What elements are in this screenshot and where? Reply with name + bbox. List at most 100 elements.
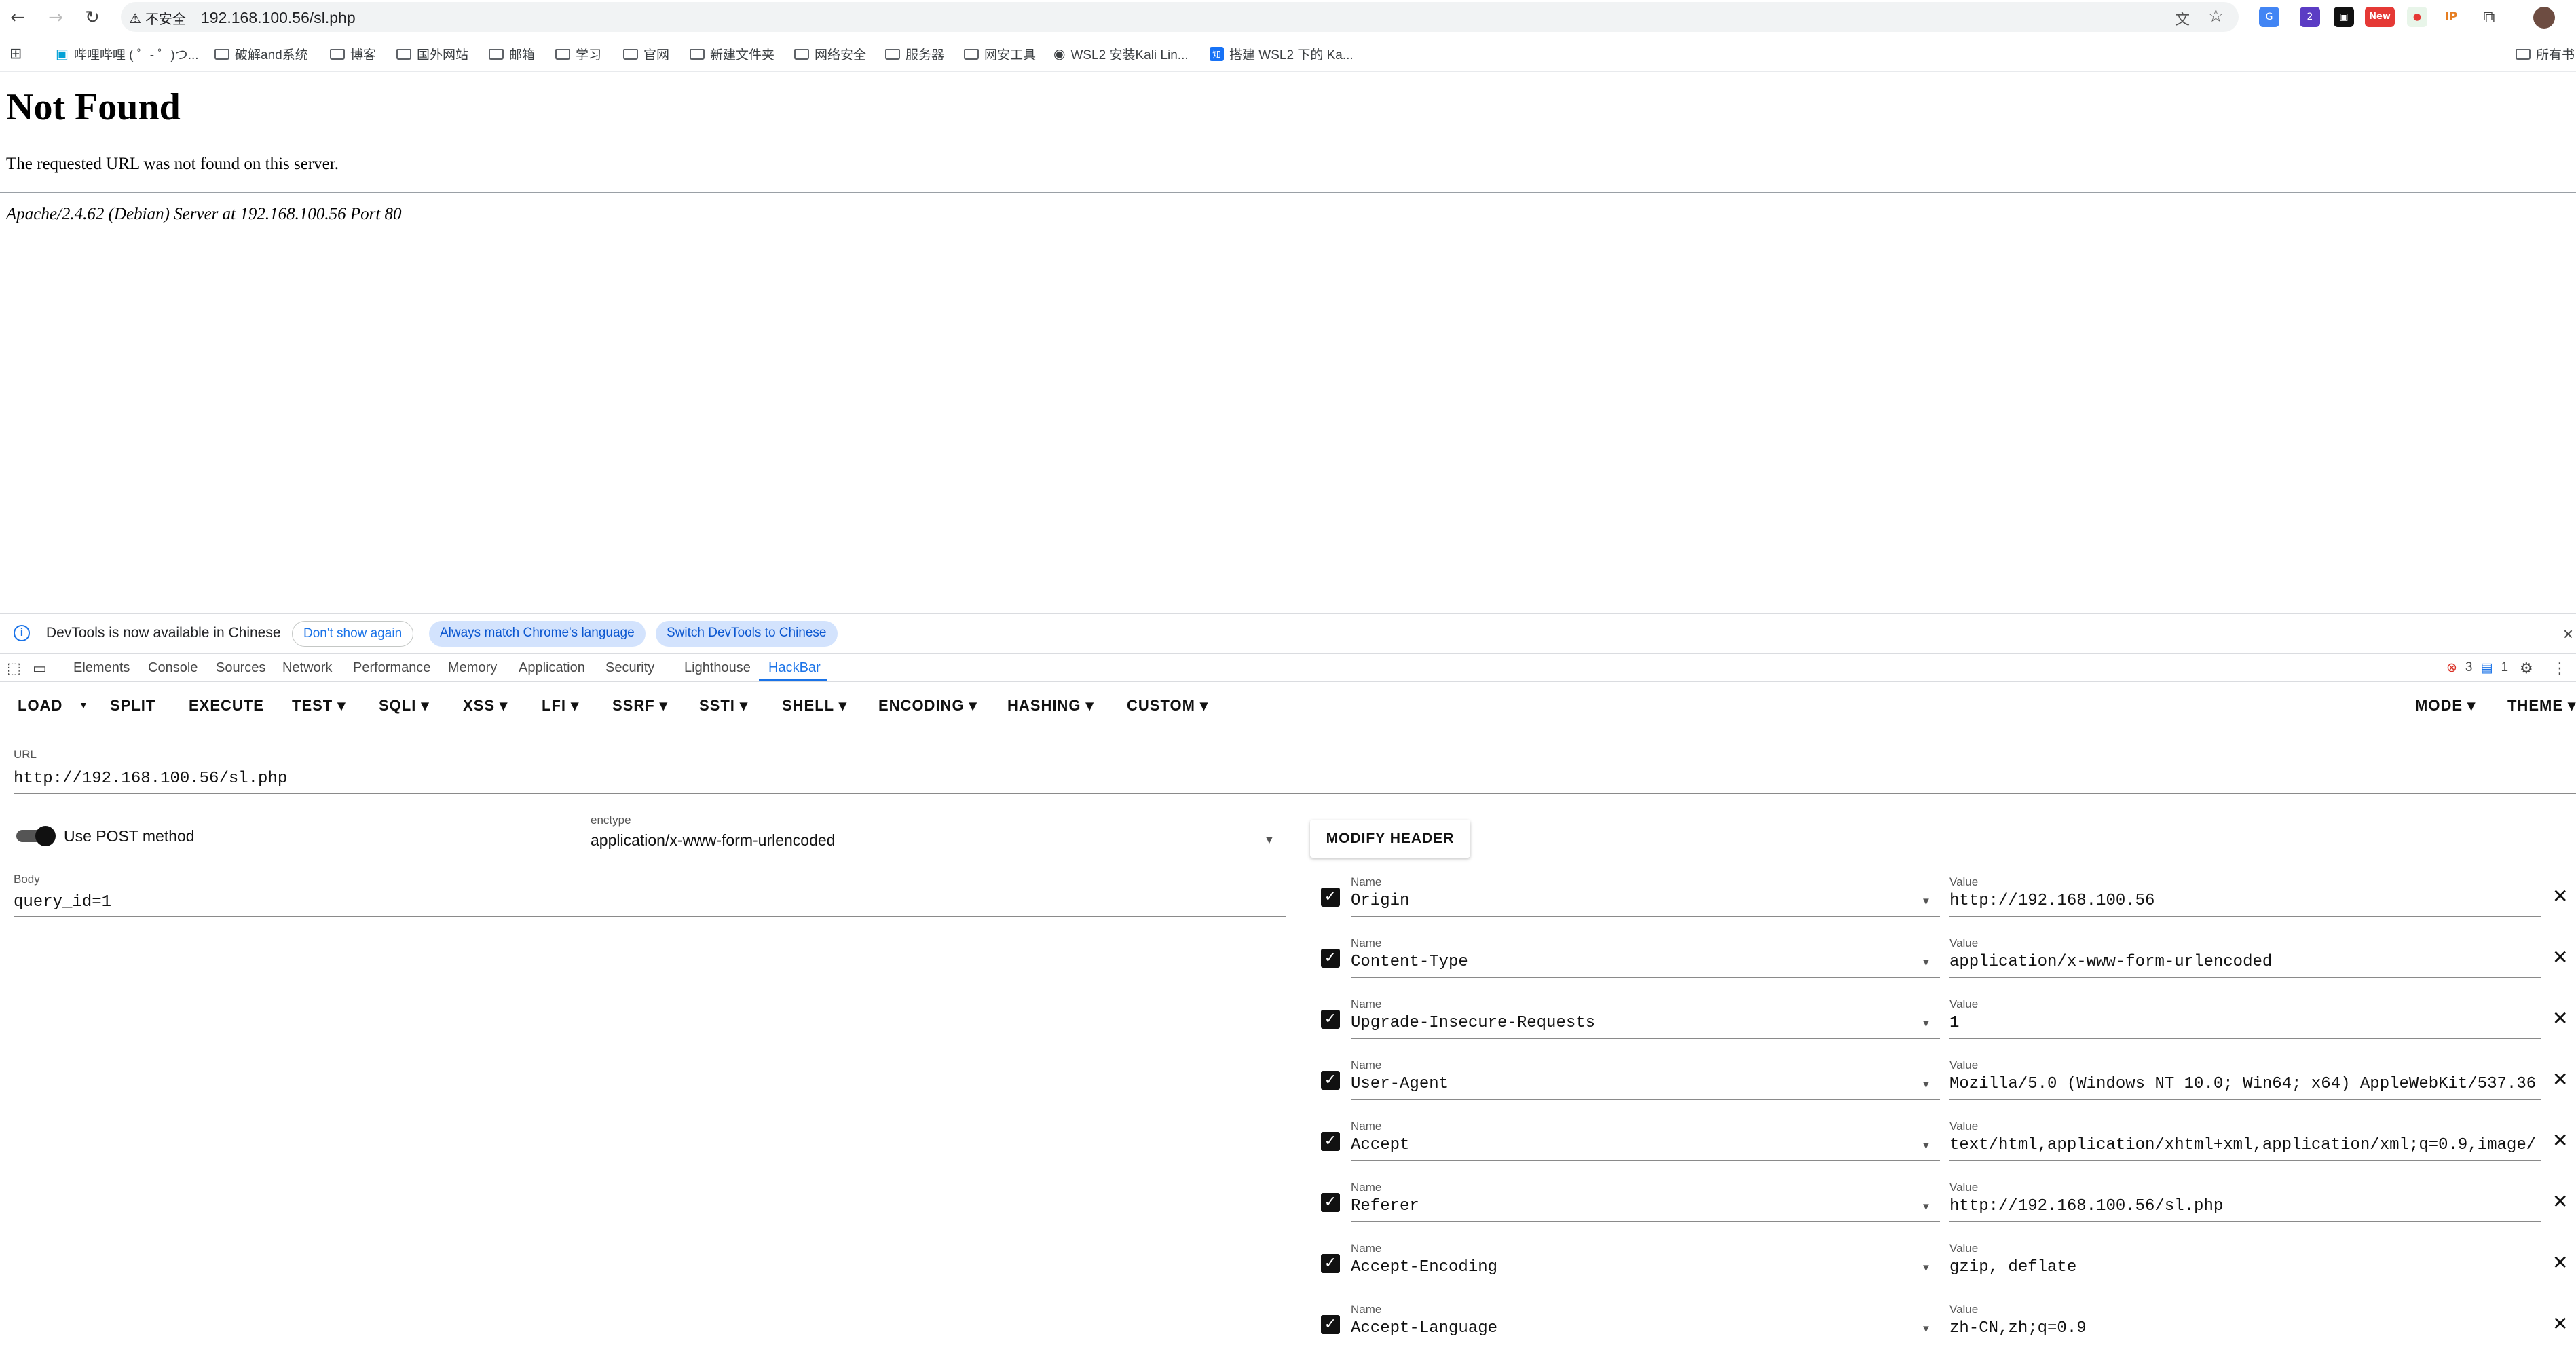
header-enabled-checkbox[interactable]: ✓ — [1321, 1071, 1340, 1090]
hashing-menu[interactable]: HASHING ▾ — [1007, 697, 1094, 715]
header-enabled-checkbox[interactable]: ✓ — [1321, 1193, 1340, 1212]
all-bookmarks[interactable]: 所有书 — [2516, 45, 2575, 63]
reload-button[interactable]: ↻ — [80, 5, 105, 30]
header-value-input[interactable]: http://192.168.100.56/sl.php — [1949, 1197, 2539, 1215]
bookmark-folder[interactable]: 国外网站 — [396, 45, 468, 63]
new-extension-icon[interactable]: New — [2365, 7, 2395, 27]
more-options-icon[interactable]: ⋮ — [2552, 660, 2567, 677]
chevron-down-icon[interactable]: ▼ — [1921, 896, 1931, 907]
bookmark-folder[interactable]: 新建文件夹 — [690, 45, 774, 63]
inspect-element-icon[interactable]: ⬚ — [7, 660, 21, 677]
modify-header-button[interactable]: MODIFY HEADER — [1310, 820, 1470, 858]
issues-counter[interactable]: ⊗ 3 ▤ 1 — [2446, 660, 2508, 675]
translate-icon[interactable]: 文 — [2175, 7, 2190, 29]
bookmark-folder[interactable]: 网络安全 — [794, 45, 866, 63]
chevron-down-icon[interactable]: ▼ — [1921, 1201, 1931, 1213]
ssti-menu[interactable]: SSTI ▾ — [699, 697, 748, 715]
dont-show-again-button[interactable]: Don't show again — [292, 621, 414, 647]
header-enabled-checkbox[interactable]: ✓ — [1321, 1254, 1340, 1273]
header-enabled-checkbox[interactable]: ✓ — [1321, 888, 1340, 907]
url-input[interactable]: http://192.168.100.56/sl.php — [14, 770, 287, 788]
header-name-input[interactable]: Origin — [1351, 892, 1409, 910]
bookmark-star-icon[interactable]: ☆ — [2208, 6, 2224, 26]
sqli-menu[interactable]: SQLI ▾ — [379, 697, 430, 715]
lfi-menu[interactable]: LFI ▾ — [542, 697, 579, 715]
tab-application[interactable]: Application — [519, 660, 585, 676]
bookmark-folder[interactable]: 学习 — [555, 45, 601, 63]
header-name-input[interactable]: Content-Type — [1351, 953, 1468, 971]
ip-extension-icon[interactable]: IP — [2441, 7, 2461, 27]
header-name-input[interactable]: User-Agent — [1351, 1075, 1449, 1093]
bookmark-item[interactable]: ◉ WSL2 安装Kali Lin... — [1053, 45, 1189, 63]
header-value-input[interactable]: text/html,application/xhtml+xml,applicat… — [1949, 1136, 2539, 1154]
avatar[interactable] — [2533, 7, 2555, 29]
header-name-input[interactable]: Referer — [1351, 1197, 1419, 1215]
header-enabled-checkbox[interactable]: ✓ — [1321, 1315, 1340, 1334]
header-value-input[interactable]: application/x-www-form-urlencoded — [1949, 953, 2539, 971]
chevron-down-icon[interactable]: ▼ — [1264, 835, 1275, 847]
fruit-extension-icon[interactable]: ● — [2407, 7, 2427, 27]
bookmark-folder[interactable]: 网安工具 — [964, 45, 1036, 63]
translate-extension-icon[interactable]: G — [2259, 7, 2279, 27]
header-value-input[interactable]: 1 — [1949, 1014, 2539, 1032]
remove-header-icon[interactable]: ✕ — [2552, 1190, 2568, 1213]
encoding-menu[interactable]: ENCODING ▾ — [878, 697, 977, 715]
load-button[interactable]: LOAD — [18, 697, 62, 715]
always-match-language-button[interactable]: Always match Chrome's language — [429, 621, 646, 647]
tab-console[interactable]: Console — [148, 660, 198, 676]
bookmark-folder[interactable]: 破解and系统 — [214, 45, 308, 63]
header-value-input[interactable]: zh-CN,zh;q=0.9 — [1949, 1319, 2539, 1338]
address-bar[interactable]: ⚠ 不安全 192.168.100.56/sl.php 文 ☆ — [121, 2, 2239, 32]
device-toolbar-icon[interactable]: ▭ — [33, 660, 47, 677]
forward-button[interactable]: → — [43, 5, 68, 30]
chevron-down-icon[interactable]: ▼ — [1921, 1262, 1931, 1274]
header-enabled-checkbox[interactable]: ✓ — [1321, 949, 1340, 968]
settings-gear-icon[interactable]: ⚙ — [2520, 660, 2533, 677]
split-button[interactable]: SPLIT — [110, 697, 155, 715]
bookmark-folder[interactable]: 服务器 — [885, 45, 944, 63]
header-name-input[interactable]: Accept — [1351, 1136, 1409, 1154]
post-method-toggle[interactable] — [14, 826, 56, 846]
header-enabled-checkbox[interactable]: ✓ — [1321, 1132, 1340, 1151]
chevron-down-icon[interactable]: ▼ — [1921, 1079, 1931, 1091]
chevron-down-icon[interactable]: ▼ — [1921, 1140, 1931, 1152]
remove-header-icon[interactable]: ✕ — [2552, 1068, 2568, 1091]
puzzle-icon[interactable]: ⧉ — [2479, 7, 2499, 27]
tab-lighthouse[interactable]: Lighthouse — [684, 660, 751, 676]
chevron-down-icon[interactable]: ▼ — [1921, 957, 1931, 968]
header-value-input[interactable]: Mozilla/5.0 (Windows NT 10.0; Win64; x64… — [1949, 1075, 2539, 1093]
xss-menu[interactable]: XSS ▾ — [463, 697, 508, 715]
bookmark-item[interactable]: 知搭建 WSL2 下的 Ka... — [1210, 45, 1354, 63]
execute-button[interactable]: EXECUTE — [189, 697, 264, 715]
remove-header-icon[interactable]: ✕ — [2552, 946, 2568, 968]
custom-menu[interactable]: CUSTOM ▾ — [1127, 697, 1208, 715]
tab-memory[interactable]: Memory — [448, 660, 497, 676]
tab-sources[interactable]: Sources — [216, 660, 265, 676]
header-value-input[interactable]: gzip, deflate — [1949, 1258, 2539, 1276]
bookmark-folder[interactable]: 博客 — [330, 45, 376, 63]
chevron-down-icon[interactable]: ▼ — [1921, 1323, 1931, 1335]
close-icon[interactable]: × — [2563, 624, 2573, 645]
tab-security[interactable]: Security — [605, 660, 654, 676]
remove-header-icon[interactable]: ✕ — [2552, 1007, 2568, 1029]
enctype-select[interactable]: application/x-www-form-urlencoded — [591, 831, 835, 850]
ssrf-menu[interactable]: SSRF ▾ — [612, 697, 668, 715]
extension-badge-icon[interactable]: 2 — [2300, 7, 2320, 27]
bookmark-folder[interactable]: 官网 — [623, 45, 669, 63]
mode-menu[interactable]: MODE ▾ — [2415, 697, 2476, 715]
remove-header-icon[interactable]: ✕ — [2552, 1129, 2568, 1152]
remove-header-icon[interactable]: ✕ — [2552, 1251, 2568, 1274]
chevron-down-icon[interactable]: ▼ — [1921, 1018, 1931, 1029]
apps-icon[interactable]: ⊞ — [10, 45, 22, 62]
extension-icon[interactable]: ▣ — [2334, 7, 2354, 27]
security-indicator[interactable]: ⚠ 不安全 — [129, 8, 186, 28]
tab-performance[interactable]: Performance — [353, 660, 431, 676]
tab-network[interactable]: Network — [282, 660, 332, 676]
address-url[interactable]: 192.168.100.56/sl.php — [201, 9, 356, 27]
header-name-input[interactable]: Accept-Language — [1351, 1319, 1497, 1338]
theme-menu[interactable]: THEME ▾ — [2507, 697, 2576, 715]
header-enabled-checkbox[interactable]: ✓ — [1321, 1010, 1340, 1029]
switch-to-chinese-button[interactable]: Switch DevTools to Chinese — [656, 621, 838, 647]
bookmark-item[interactable]: ▣ 哔哩哔哩 ( ゜- ゜)つ... — [56, 45, 199, 63]
remove-header-icon[interactable]: ✕ — [2552, 885, 2568, 907]
